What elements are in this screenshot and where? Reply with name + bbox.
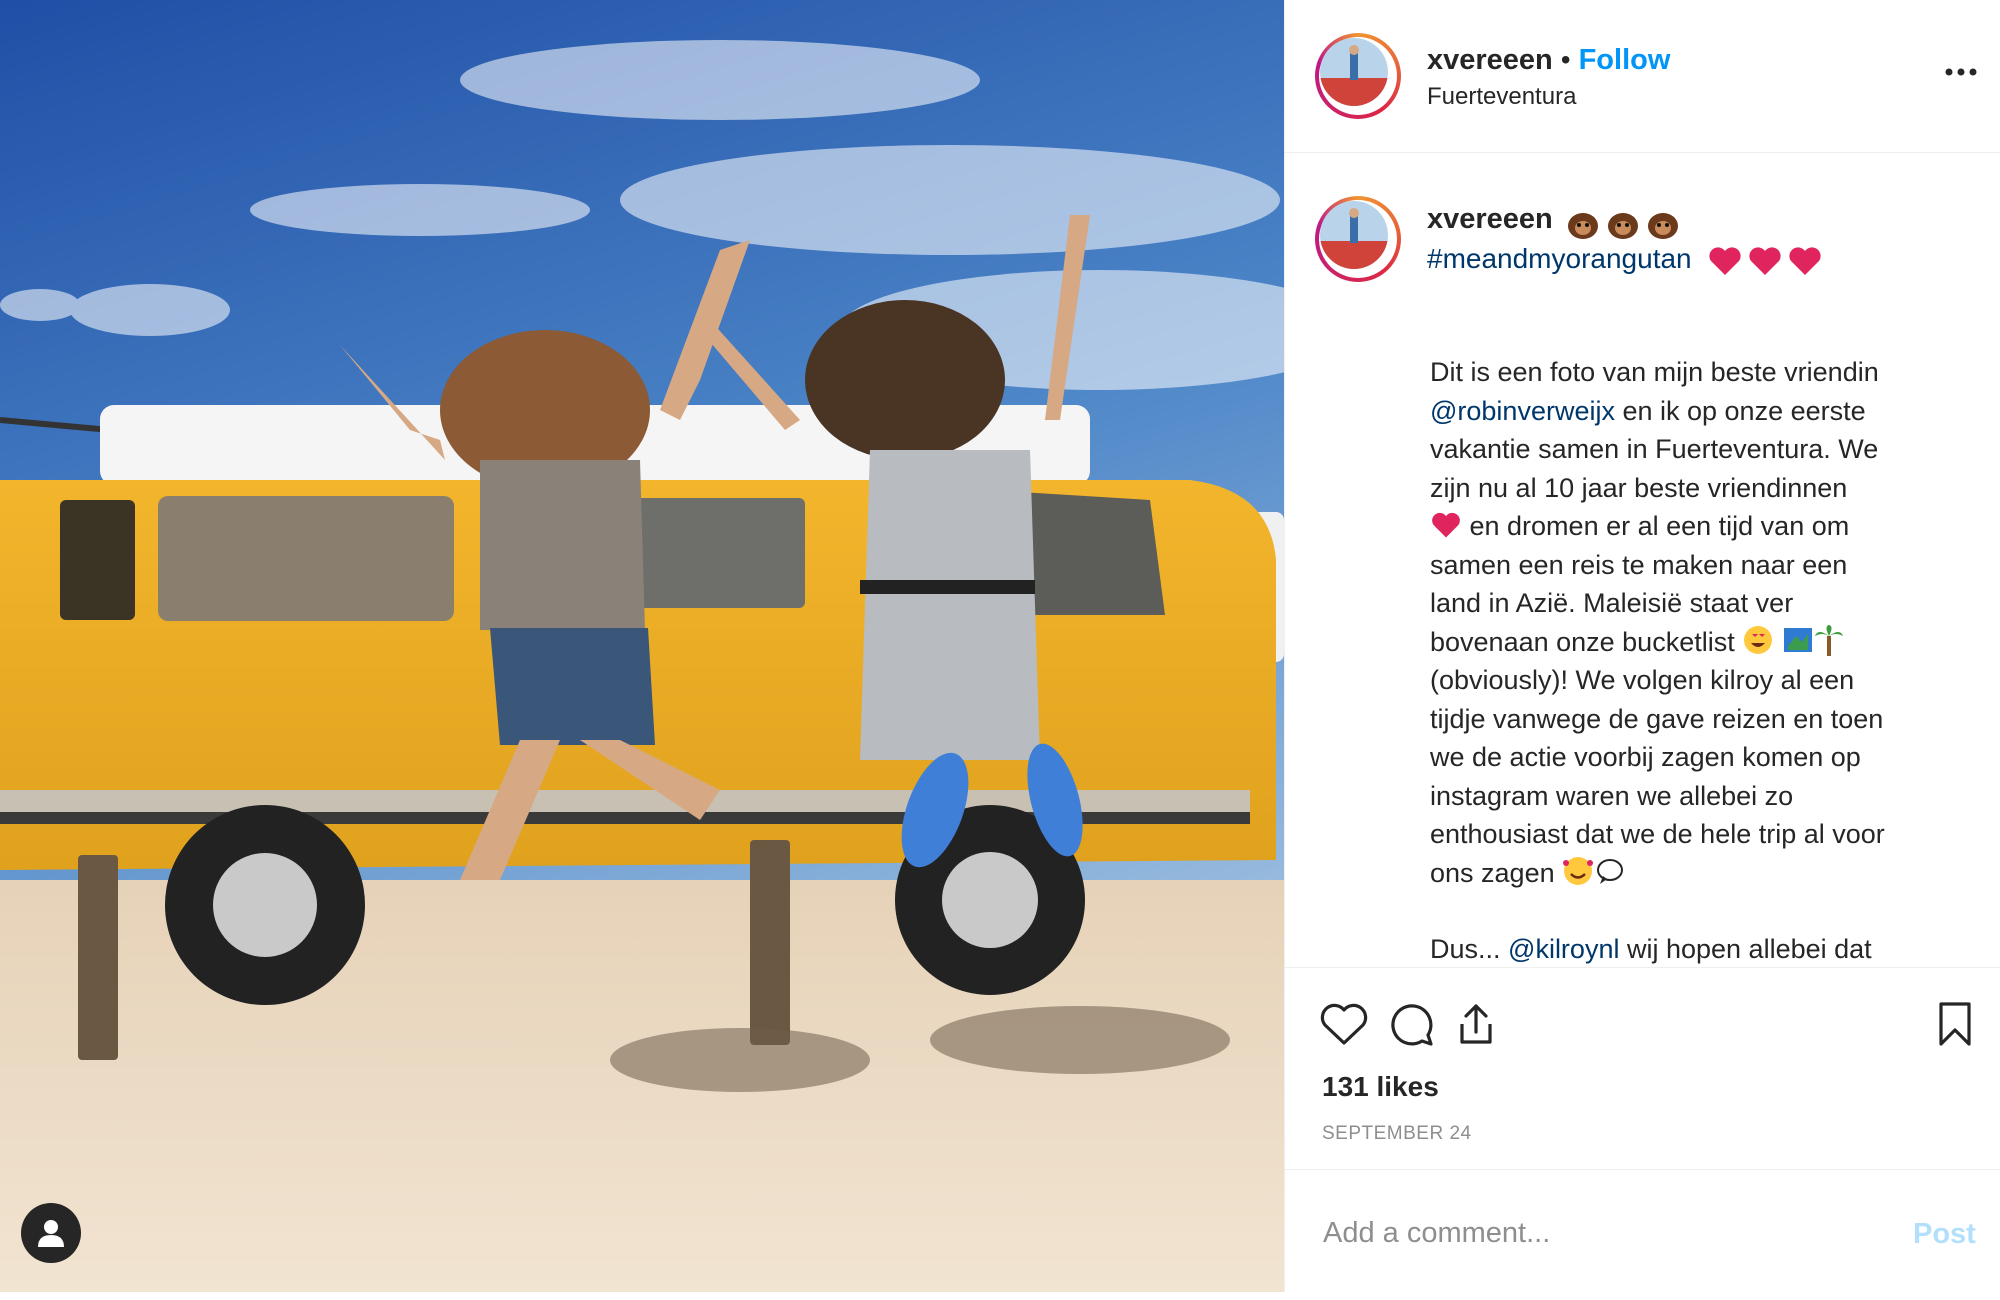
post-actions: 131 likes SEPTEMBER 24 — [1285, 967, 2000, 1170]
caption-line: (obviously)! We volgen kilroy al een — [1430, 665, 1855, 695]
caption-line: samen een reis te maken naar een — [1430, 549, 1848, 580]
mention-link[interactable]: @robinverweijx — [1430, 396, 1615, 426]
palm-tree-emoji-icon — [1814, 624, 1843, 656]
likes-count[interactable]: 131 likes — [1322, 1071, 1439, 1103]
share-button[interactable] — [1448, 996, 1504, 1052]
caption-line: Dit is een foto van mijn beste vriendin — [1430, 357, 1879, 387]
caption-line: @robinverweijx en ik op onze eerste — [1430, 395, 1866, 426]
avatar[interactable] — [1315, 33, 1401, 119]
post-date[interactable]: SEPTEMBER 24 — [1322, 1123, 1472, 1145]
hashtag-link[interactable]: #meandmyorangutan — [1427, 243, 1692, 274]
caption-line: ons zagen — [1430, 854, 1975, 893]
caption-username[interactable]: xvereeen — [1427, 203, 1553, 235]
caption-line: tijdje vanwege de gave reizen en toen — [1430, 703, 1884, 734]
caption-line: en dromen er al een tijd van om — [1430, 507, 1975, 546]
like-button[interactable] — [1316, 996, 1372, 1052]
orangutan-emoji-icon — [1608, 212, 1639, 239]
caption-text: Dit is een foto van mijn beste vriendin … — [1430, 353, 1975, 966]
heart-emoji-icon — [1749, 247, 1782, 275]
comment-button[interactable] — [1384, 996, 1440, 1052]
heart-icon — [1320, 1003, 1368, 1045]
caption-line: vakantie samen in Fuerteventura. We — [1430, 434, 1879, 464]
more-options-icon[interactable] — [1941, 60, 1981, 84]
post-photo[interactable] — [0, 0, 1284, 1292]
caption-area: xvereeen #meandmyorangutan Dit is een fo… — [1285, 153, 2000, 966]
heart-emoji-icon — [1789, 247, 1822, 275]
comment-input[interactable] — [1321, 1204, 1885, 1262]
orangutan-emoji-icon — [1648, 212, 1679, 239]
follow-button[interactable]: Follow — [1579, 44, 1671, 76]
caption-line: bovenaan onze bucketlist — [1430, 623, 1975, 662]
map-emoji-icon — [1783, 627, 1812, 652]
caption-line: zijn nu al 10 jaar beste vriendinnen — [1430, 472, 1848, 503]
bookmark-icon — [1939, 1002, 1971, 1046]
heart-eyes-emoji-icon — [1744, 625, 1773, 654]
separator-dot: • — [1560, 44, 1571, 75]
caption-line: land in Azië. Maleisië staat ver — [1430, 588, 1794, 618]
comment-form: Post — [1285, 1169, 2000, 1293]
location-link[interactable]: Fuerteventura — [1427, 83, 1576, 111]
caption-line: instagram waren we allebei zo — [1430, 780, 1794, 811]
photo-image — [0, 0, 1284, 1292]
heart-emoji-icon — [1432, 512, 1460, 538]
caption-line: enthousiast dat we de hele trip al voor — [1430, 819, 1885, 849]
orangutan-emoji-icon — [1568, 212, 1599, 239]
caption-line: we de actie voorbij zagen komen op — [1430, 742, 1861, 772]
post-comment-button[interactable]: Post — [1913, 1218, 1976, 1251]
hearts-emoji-group — [1707, 245, 1823, 277]
header-username[interactable]: xvereeen — [1427, 44, 1553, 76]
caption-avatar[interactable] — [1315, 196, 1401, 282]
share-icon — [1460, 1004, 1492, 1044]
mention-link[interactable]: @kilroynl — [1508, 934, 1619, 964]
avatar-image — [1320, 38, 1388, 106]
comment-icon — [1391, 1004, 1433, 1046]
caption-line: Dus... @kilroynl wij hopen allebei dat — [1430, 934, 1872, 964]
speech-bubble-emoji-icon — [1597, 858, 1624, 884]
user-icon — [38, 1220, 64, 1247]
post-sidebar: xvereeen • Follow Fuerteventura xvereeen… — [1284, 0, 2000, 1292]
smiling-hearts-emoji-icon — [1563, 856, 1594, 885]
heart-emoji-icon — [1709, 247, 1742, 275]
tagged-users-button[interactable] — [21, 1203, 81, 1263]
avatar-image — [1320, 201, 1388, 269]
save-button[interactable] — [1927, 996, 1983, 1052]
post-header: xvereeen • Follow Fuerteventura — [1285, 0, 2000, 153]
monkey-emoji-group — [1565, 208, 1681, 240]
